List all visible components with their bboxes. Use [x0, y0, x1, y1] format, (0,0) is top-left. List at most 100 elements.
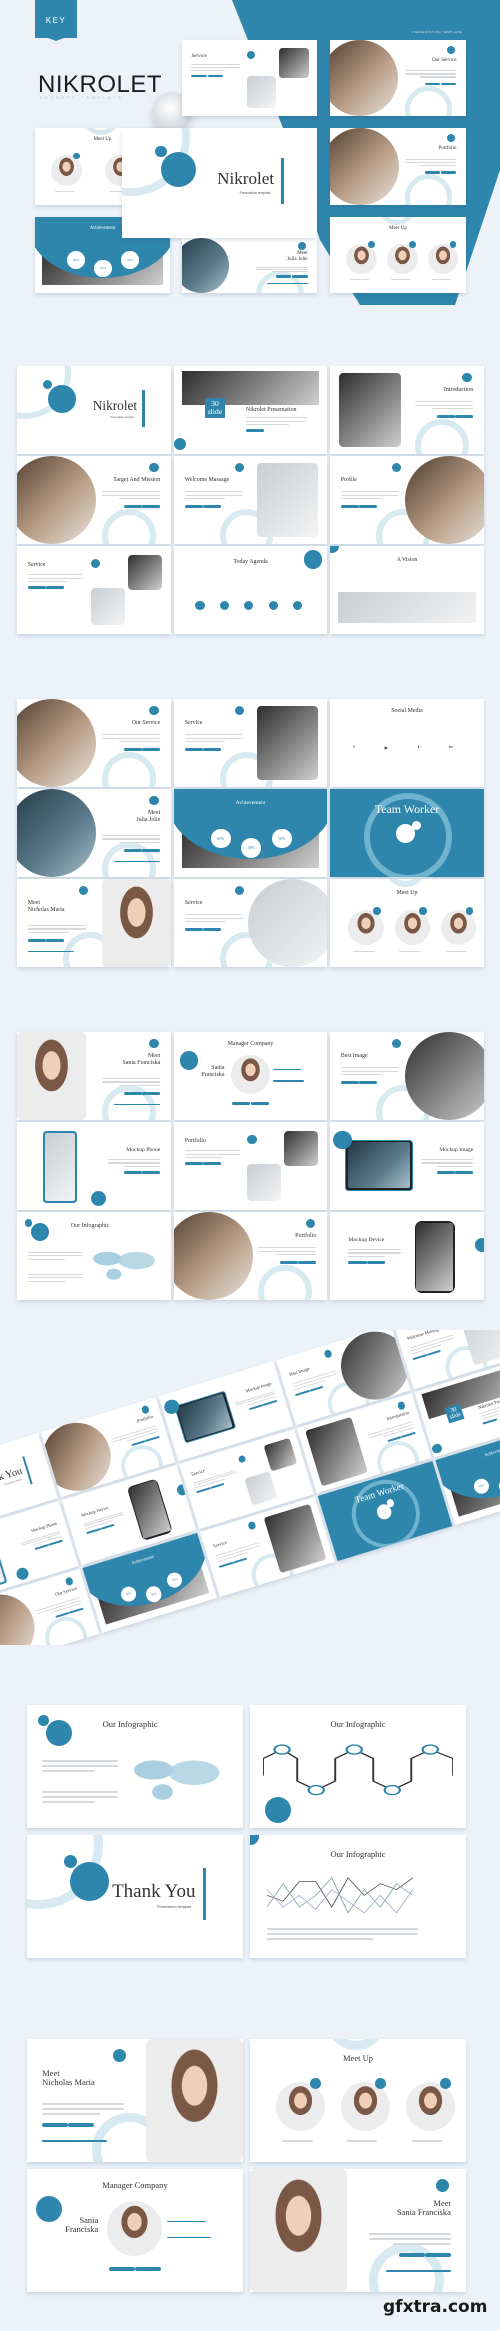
photo	[17, 456, 96, 544]
text-line	[420, 164, 457, 167]
text-line	[42, 1800, 96, 1803]
text-line	[184, 741, 226, 743]
team-member-photo	[440, 909, 477, 945]
timeline-step-icon	[421, 1744, 439, 1755]
text-line	[191, 64, 241, 66]
text-line	[258, 1250, 317, 1252]
slide-title: Meet Sania Franciska	[396, 2197, 451, 2217]
percent-circle: 60%	[67, 251, 85, 269]
read-more-button	[184, 748, 203, 752]
learn-more-button	[123, 848, 142, 852]
photo	[90, 588, 125, 626]
slide-cell: Manager Company Sania Franciska	[27, 2169, 243, 2292]
line-chart-graphic	[267, 1876, 414, 1914]
slide-service: Service	[182, 40, 317, 116]
text-line	[27, 928, 87, 930]
text-line	[184, 1153, 240, 1155]
photo	[127, 554, 162, 590]
product-subtitle: KEYNOTE TEMPLATE	[40, 96, 124, 100]
slide-title: Service	[191, 52, 207, 59]
blue-circle	[474, 1238, 484, 1253]
team-member-photo	[348, 909, 384, 945]
text-line	[27, 581, 67, 583]
ring-decoration	[368, 2242, 445, 2292]
blue-dot	[65, 1576, 75, 1586]
slide-title: Service	[184, 900, 203, 907]
slide-cell: Portfolio	[174, 1212, 327, 1300]
percent-circle: 30%	[94, 259, 112, 278]
slide-title: Nikrolet	[92, 398, 138, 414]
slide-our-service: Our Service	[17, 699, 171, 787]
blue-circle	[14, 1566, 30, 1582]
learn-more-button	[250, 1102, 269, 1106]
blue-dot	[462, 373, 472, 383]
ring-decoration	[404, 174, 453, 205]
learn-more-button	[203, 1162, 222, 1166]
hero-slide-5: Portfolio	[330, 128, 466, 205]
hero-slide-7: Meet Julia Jolie	[182, 238, 317, 293]
blue-dot	[78, 886, 88, 896]
pagination-dots	[305, 1493, 307, 1494]
slide-cell: Meet Sania Franciska	[17, 1032, 171, 1120]
team-member-photo	[387, 243, 418, 274]
slide-portfolio: Portfolio	[174, 1212, 327, 1300]
text-line	[42, 1770, 96, 1772]
photo	[17, 699, 96, 787]
blue-circle	[174, 438, 187, 451]
slide-cell: Best Image	[330, 1032, 484, 1120]
slide-our-infographic: Our Infographic	[27, 1705, 243, 1828]
blue-dot	[446, 46, 456, 55]
pagination-dots	[423, 1457, 425, 1458]
world-map	[130, 1748, 222, 1804]
learn-more-button	[46, 586, 65, 590]
slide-title: Thank You	[0, 1465, 24, 1490]
learn-more-button	[46, 938, 65, 942]
blue-circle	[304, 550, 323, 569]
photo	[405, 456, 484, 544]
photo	[256, 706, 318, 780]
text-line	[340, 494, 400, 496]
blue-dot	[90, 559, 101, 569]
text-line	[267, 1933, 419, 1936]
blue-dot	[465, 907, 474, 915]
text-line	[245, 417, 308, 419]
slide-cell: 30 slide Nikrolet Presentation	[174, 366, 327, 454]
team-member-photo	[394, 909, 430, 945]
blue-dot	[310, 2078, 322, 2090]
slide-title: Best Image	[340, 1053, 368, 1060]
read-more-button	[291, 275, 308, 278]
text-line	[27, 1273, 82, 1275]
ring-decoration	[377, 217, 416, 225]
text-line	[101, 494, 161, 496]
slide-achievement: Achievement60%30%50%	[174, 789, 327, 877]
slides-pair-grid-1: Our Infographic Our Infographic Thank You P…	[27, 1705, 467, 1958]
read-more-button	[142, 748, 161, 752]
hero-tagline: PRESENTATION TEMPLATE	[412, 30, 462, 34]
learn-more-button	[34, 1544, 49, 1551]
text-line	[235, 1393, 275, 1407]
slide-cell: Our Infographic	[250, 1835, 466, 1958]
text-line	[27, 1277, 82, 1279]
read-more-button	[48, 1539, 63, 1547]
blue-circle	[333, 1130, 352, 1150]
slide-cell: Meet Sania Franciska	[250, 2169, 466, 2292]
photo	[181, 371, 320, 405]
learn-more-button	[275, 275, 292, 278]
read-more-button	[184, 505, 203, 509]
slides-grid-1: Nikrolet Presentation template 30 slide Nik…	[17, 366, 484, 634]
read-more-button	[482, 1418, 498, 1425]
skill-bar	[273, 1080, 305, 1082]
blue-dot	[375, 2078, 387, 2090]
text-line	[27, 1255, 82, 1257]
member-name-line	[350, 279, 370, 281]
ring-decoration	[383, 879, 427, 887]
slide-service: Service	[174, 699, 327, 787]
read-more-button	[401, 1431, 416, 1439]
ring-decoration	[325, 2039, 387, 2051]
laptop-screen	[176, 1393, 234, 1441]
blue-dot	[373, 907, 381, 915]
ring-decoration	[101, 841, 156, 877]
read-more-button	[142, 1091, 161, 1095]
slide-cell: Meet Nicholas Maria	[27, 2039, 243, 2162]
watch-mockup	[126, 1478, 173, 1541]
